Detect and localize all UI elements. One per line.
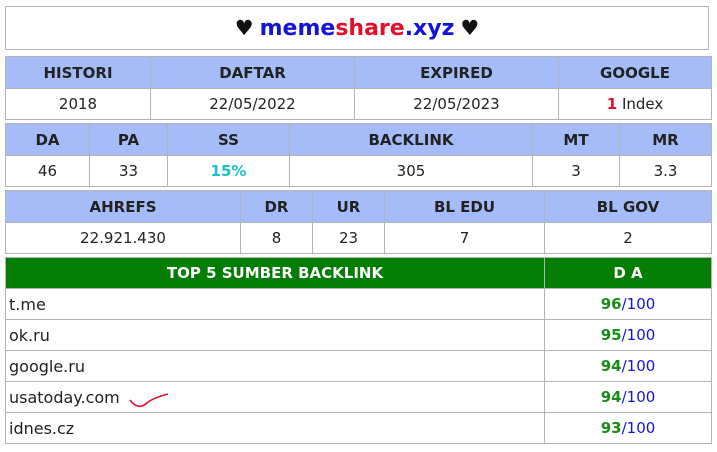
google-index-label: Index <box>621 95 664 113</box>
table-row: idnes.cz 93/100 <box>5 412 712 444</box>
ahrefs-value: 22.921.430 <box>5 222 241 254</box>
heart-icon-right: ♥ <box>460 16 480 40</box>
header-backlink: BACKLINK <box>289 123 533 156</box>
backlink-da: 93/100 <box>544 412 712 444</box>
da-score: 93 <box>600 419 622 437</box>
backlink-da: 96/100 <box>544 288 712 320</box>
google-index-count: 1 <box>606 95 618 113</box>
backlink-da: 94/100 <box>544 350 712 382</box>
header-pa: PA <box>89 123 168 156</box>
top-backlinks-table: TOP 5 SUMBER BACKLINK D A t.me 96/100 ok… <box>5 257 712 444</box>
da-score: 95 <box>600 326 622 344</box>
heart-icon-left: ♥ <box>234 16 254 40</box>
header-mt: MT <box>532 123 620 156</box>
pa-value: 33 <box>89 155 168 187</box>
header-bl-gov: BL GOV <box>544 190 712 223</box>
backlink-site: t.me <box>5 288 545 320</box>
header-top-backlink: TOP 5 SUMBER BACKLINK <box>5 257 545 289</box>
backlink-site: ok.ru <box>5 319 545 351</box>
header-expired: EXPIRED <box>354 56 559 89</box>
mt-value: 3 <box>532 155 620 187</box>
table-row: usatoday.com 94/100 <box>5 381 712 413</box>
domain-info-table: HISTORI DAFTAR EXPIRED GOOGLE 2018 22/05… <box>5 56 712 120</box>
da-max: /100 <box>621 388 656 406</box>
seo-metrics-table: DA PA SS BACKLINK MT MR 46 33 15% 305 3 … <box>5 123 712 187</box>
header-ahrefs: AHREFS <box>5 190 241 223</box>
da-value: 46 <box>5 155 90 187</box>
header-dr: DR <box>240 190 313 223</box>
da-max: /100 <box>621 295 656 313</box>
backlink-value: 305 <box>289 155 533 187</box>
header-histori: HISTORI <box>5 56 151 89</box>
header-da: DA <box>5 123 90 156</box>
dr-value: 8 <box>240 222 313 254</box>
expired-value: 22/05/2023 <box>354 88 559 120</box>
header-bl-edu: BL EDU <box>384 190 545 223</box>
header-da-score: D A <box>544 257 712 289</box>
table-row: t.me 96/100 <box>5 288 712 320</box>
ss-value: 15% <box>167 155 290 187</box>
bl-edu-value: 7 <box>384 222 545 254</box>
da-score: 96 <box>600 295 622 313</box>
mr-value: 3.3 <box>619 155 712 187</box>
da-score: 94 <box>600 357 622 375</box>
da-score: 94 <box>600 388 622 406</box>
title-part-share: share <box>335 15 405 41</box>
backlink-site: usatoday.com <box>5 381 545 413</box>
title-part-meme: meme <box>259 15 336 41</box>
da-max: /100 <box>621 419 656 437</box>
bl-gov-value: 2 <box>544 222 712 254</box>
histori-value: 2018 <box>5 88 151 120</box>
backlink-site: idnes.cz <box>5 412 545 444</box>
da-max: /100 <box>621 357 656 375</box>
daftar-value: 22/05/2022 <box>150 88 355 120</box>
backlink-site: google.ru <box>5 350 545 382</box>
backlink-da: 94/100 <box>544 381 712 413</box>
header-ss: SS <box>167 123 290 156</box>
table-row: ok.ru 95/100 <box>5 319 712 351</box>
header-daftar: DAFTAR <box>150 56 355 89</box>
da-max: /100 <box>621 326 656 344</box>
backlink-da: 95/100 <box>544 319 712 351</box>
header-mr: MR <box>619 123 712 156</box>
ahrefs-metrics-table: AHREFS DR UR BL EDU BL GOV 22.921.430 8 … <box>5 190 712 254</box>
red-squiggle-annotation <box>129 393 169 408</box>
google-index-value: 1 Index <box>558 88 712 120</box>
table-row: google.ru 94/100 <box>5 350 712 382</box>
header-google: GOOGLE <box>558 56 712 89</box>
title-part-tld: .xyz <box>404 15 455 41</box>
ur-value: 23 <box>312 222 385 254</box>
site-title: ♥ meme share .xyz ♥ <box>5 6 709 50</box>
header-ur: UR <box>312 190 385 223</box>
